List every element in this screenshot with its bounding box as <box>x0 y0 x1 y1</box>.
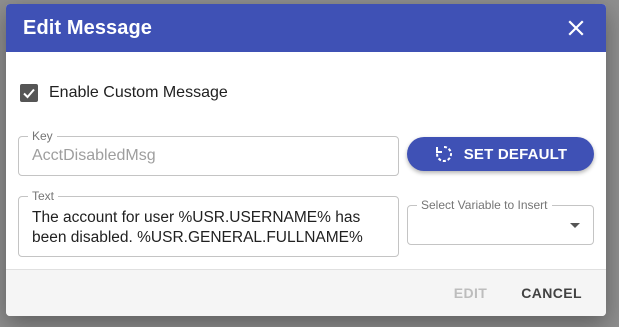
reset-icon <box>435 146 452 162</box>
chevron-down-icon <box>570 223 580 228</box>
key-field[interactable]: Key AcctDisabledMsg <box>18 129 399 176</box>
variable-select[interactable]: Select Variable to Insert <box>407 198 594 245</box>
variable-select-legend: Select Variable to Insert <box>417 198 552 212</box>
check-icon <box>23 88 35 99</box>
set-default-button[interactable]: SET DEFAULT <box>407 137 594 171</box>
text-field-legend: Text <box>28 189 59 203</box>
edit-button[interactable]: EDIT <box>446 279 496 307</box>
close-button[interactable] <box>564 16 588 40</box>
dialog-title: Edit Message <box>23 16 153 39</box>
dialog-header: Edit Message <box>6 4 606 52</box>
enable-custom-message-checkbox[interactable] <box>20 84 38 102</box>
enable-custom-message-row: Enable Custom Message <box>20 84 228 102</box>
key-field-value: AcctDisabledMsg <box>32 147 156 164</box>
text-field-value: The account for user %USR.USERNAME% has … <box>32 209 363 246</box>
key-field-legend: Key <box>28 129 57 143</box>
set-default-label: SET DEFAULT <box>463 145 568 163</box>
enable-custom-message-label: Enable Custom Message <box>49 84 228 101</box>
dialog-body: Enable Custom Message Key AcctDisabledMs… <box>6 52 606 270</box>
dialog-footer: EDIT CANCEL <box>6 269 606 316</box>
edit-message-dialog: Edit Message Enable Custom Message Key A… <box>6 4 606 316</box>
cancel-button[interactable]: CANCEL <box>513 279 590 307</box>
close-icon <box>568 20 584 36</box>
text-field[interactable]: Text The account for user %USR.USERNAME%… <box>18 189 399 257</box>
